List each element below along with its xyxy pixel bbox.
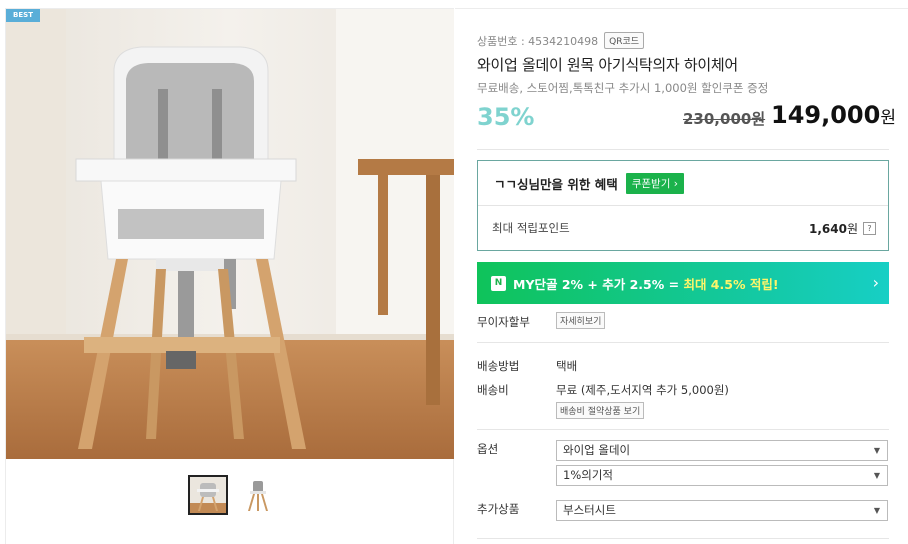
thumbnail-1[interactable] (188, 475, 228, 515)
product-info-panel: 상품번호 : 4534210498 QR코드 와이업 올데이 원목 아기식탁의자… (455, 8, 908, 544)
installment-detail-button[interactable]: 자세히보기 (556, 312, 606, 329)
banner-text-highlight: 최대 4.5% 적립! (683, 276, 779, 292)
option-select-1[interactable]: 와이업 올데이 ▼ (556, 440, 888, 461)
caret-down-icon: ▼ (873, 446, 880, 455)
banner-text: MY단골 2% + 추가 2.5% = 최대 4.5% 적립! (513, 274, 779, 293)
main-product-image[interactable] (6, 9, 454, 459)
naver-pay-icon: N (491, 275, 506, 291)
delivery-fee-value: 무료 (제주,도서지역 추가 5,000원) (556, 383, 729, 397)
addon-select[interactable]: 부스터시트 ▼ (556, 500, 888, 521)
benefit-header: ㄱㄱ싱님만을 위한 혜택 쿠폰받기 › (478, 161, 888, 206)
max-point: 1,640원 ? (809, 220, 876, 237)
discount-rate: 35% (477, 103, 535, 131)
chevron-right-icon: › (673, 177, 678, 190)
thumbnail-strip (188, 475, 278, 515)
sale-price: 149,000원 (771, 101, 896, 129)
divider (477, 342, 889, 343)
max-point-label: 최대 적립포인트 (492, 221, 570, 235)
divider (477, 538, 889, 539)
caret-down-icon: ▼ (873, 471, 880, 480)
divider (477, 149, 889, 150)
coupon-button-label: 쿠폰받기 (631, 177, 671, 190)
thumbnail-2[interactable] (238, 475, 278, 515)
product-number: 상품번호 : 4534210498 (477, 34, 599, 48)
chevron-right-icon: › (872, 273, 879, 292)
delivery-method-label: 배송방법 (477, 359, 520, 373)
installment-label: 무이자할부 (477, 315, 530, 329)
qr-code-button[interactable]: QR코드 (604, 32, 645, 49)
benefit-box: ㄱㄱ싱님만을 위한 혜택 쿠폰받기 › 최대 적립포인트 1,640원 ? (477, 160, 889, 251)
divider (477, 429, 889, 430)
option-select-1-value: 와이업 올데이 (563, 443, 631, 457)
best-badge: BEST (6, 9, 40, 22)
max-point-value: 1,640 (808, 221, 847, 236)
benefit-points-row: 최대 적립포인트 1,640원 ? (478, 206, 888, 250)
shipping-saver-button[interactable]: 배송비 절약상품 보기 (556, 402, 645, 419)
option-label: 옵션 (477, 442, 499, 456)
max-point-unit: 원 (846, 221, 858, 236)
delivery-fee-label: 배송비 (477, 383, 509, 397)
delivery-method-value: 택배 (556, 359, 578, 373)
product-number-row: 상품번호 : 4534210498 QR코드 (477, 32, 645, 49)
sale-price-value: 149,000 (771, 101, 881, 129)
membership-banner[interactable]: N MY단골 2% + 추가 2.5% = 최대 4.5% 적립! › (477, 262, 889, 304)
sale-price-unit: 원 (880, 108, 896, 128)
banner-text-main: MY단골 2% + 추가 2.5% = (513, 276, 684, 292)
benefit-title: ㄱㄱ싱님만을 위한 혜택 (494, 176, 618, 192)
help-icon[interactable]: ? (863, 221, 876, 235)
addon-select-value: 부스터시트 (563, 503, 616, 517)
product-title: 와이업 올데이 원목 아기식탁의자 하이체어 (477, 56, 738, 74)
promo-text: 무료배송, 스토어찜,톡톡친구 추가시 1,000원 할인쿠폰 증정 (477, 81, 769, 95)
option-select-2[interactable]: 1%의기적 ▼ (556, 465, 888, 486)
caret-down-icon: ▼ (873, 506, 880, 515)
coupon-button[interactable]: 쿠폰받기 › (625, 172, 684, 194)
original-price: 230,000원 (683, 110, 766, 128)
product-gallery: BEST (5, 8, 454, 544)
option-select-2-value: 1%의기적 (563, 468, 613, 482)
addon-label: 추가상품 (477, 502, 520, 516)
